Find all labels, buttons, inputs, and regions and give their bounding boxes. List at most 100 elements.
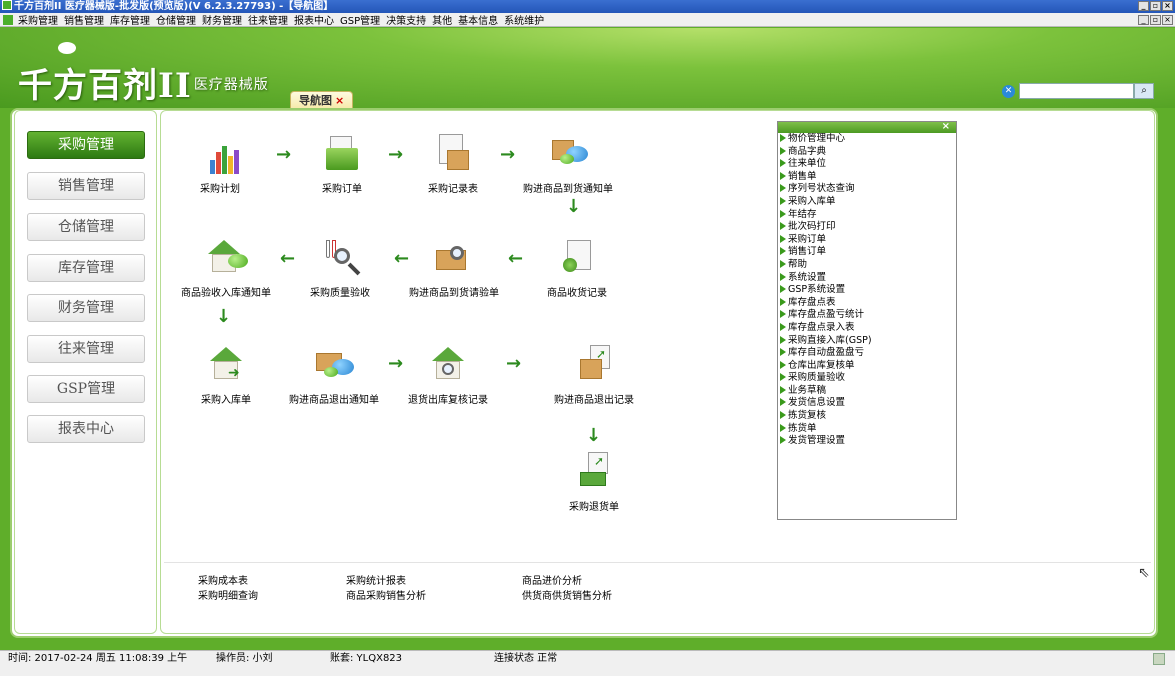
list-item[interactable]: 拣货复核 [780,410,956,423]
triangle-icon [780,184,786,193]
search-area: ✕ ⌕ [1002,83,1154,99]
list-item[interactable]: 年结存 [780,209,956,222]
list-item[interactable]: 系统设置 [780,272,956,285]
link-product-purchase-sales[interactable]: 商品采购销售分析 [346,587,426,602]
nav-reports[interactable]: 报表中心 [27,415,145,443]
triangle-icon [780,234,786,243]
node-arrival-notice[interactable]: 购进商品到货通知单 [518,134,618,195]
mdi-close-button[interactable]: × [1162,15,1173,25]
box-magnifier-icon [432,238,476,278]
tray-icon[interactable] [1153,653,1165,665]
list-item[interactable]: 库存盘点录入表 [780,322,956,335]
node-label: 购进商品到货请验单 [409,288,499,299]
clear-icon[interactable]: ✕ [1002,84,1015,98]
logo-text: 千方百剂 [18,66,158,106]
mdi-minimize-button[interactable]: _ [1138,15,1149,25]
nav-gsp[interactable]: GSP管理 [27,375,145,403]
menu-system[interactable]: 系统维护 [502,12,548,27]
nav-sales[interactable]: 销售管理 [27,172,145,200]
box-chat-icon [546,134,590,174]
list-item[interactable]: 发货信息设置 [780,397,956,410]
node-label: 商品收货记录 [547,288,607,299]
menu-gsp[interactable]: GSP管理 [338,12,384,27]
node-return-order[interactable]: ➚ 采购退货单 [562,452,626,513]
document-coins-icon [555,238,599,278]
maximize-button[interactable]: ▫ [1150,1,1161,11]
list-item[interactable]: 仓库出库复核单 [780,360,956,373]
list-item[interactable]: 商品字典 [780,146,956,159]
nav-purchase[interactable]: 采购管理 [27,131,145,159]
quick-access-header: × [778,121,956,133]
tab-navigation-map[interactable]: 导航图 × [290,91,354,108]
menu-other[interactable]: 其他 [430,12,456,27]
node-purchase-record[interactable]: 采购记录表 [420,134,486,195]
list-item[interactable]: 销售单 [780,171,956,184]
list-item[interactable]: 帮助 [780,259,956,272]
link-purchase-stats[interactable]: 采购统计报表 [346,572,406,587]
node-quality-check[interactable]: 采购质量验收 [305,238,375,299]
menu-reports[interactable]: 报表中心 [292,12,338,27]
list-item[interactable]: 销售订单 [780,246,956,259]
node-inbound-notice[interactable]: 商品验收入库通知单 [168,238,284,299]
node-return-notice[interactable]: 购进商品退出通知单 [284,345,384,406]
menu-sales[interactable]: 销售管理 [62,12,108,27]
node-label: 采购记录表 [428,184,478,195]
menu-warehouse[interactable]: 仓储管理 [154,12,200,27]
link-purchase-price[interactable]: 商品进价分析 [522,572,582,587]
nav-inventory[interactable]: 库存管理 [27,254,145,282]
minimize-button[interactable]: _ [1138,1,1149,11]
triangle-icon [780,196,786,205]
list-item[interactable]: 库存自动盘盈盘亏 [780,347,956,360]
search-icon[interactable]: ⌕ [1134,83,1154,99]
list-item[interactable]: 采购订单 [780,234,956,247]
list-item[interactable]: 采购直接入库(GSP) [780,335,956,348]
app-icon [2,0,12,10]
node-purchase-plan[interactable]: 采购计划 [190,134,250,195]
link-purchase-detail[interactable]: 采购明细查询 [198,587,258,602]
link-supplier-sales[interactable]: 供货商供货销售分析 [522,587,612,602]
menu-finance[interactable]: 财务管理 [200,12,246,27]
list-item[interactable]: 库存盘点表 [780,297,956,310]
triangle-icon [780,146,786,155]
list-item[interactable]: 拣货单 [780,423,956,436]
quick-access-items: 物价管理中心 商品字典 往来单位 销售单 序列号状态查询 采购入库单 年结存 批… [778,133,956,448]
menu-basic-info[interactable]: 基本信息 [456,12,502,27]
tab-close-icon[interactable]: × [335,94,344,107]
triangle-icon [780,348,786,357]
list-item[interactable]: GSP系统设置 [780,284,956,297]
list-item[interactable]: 序列号状态查询 [780,183,956,196]
menu-decision[interactable]: 决策支持 [384,12,430,27]
node-return-record[interactable]: ➚ 购进商品退出记录 [548,345,640,406]
node-stock-in[interactable]: ➜ 采购入库单 [194,345,258,406]
menu-purchase[interactable]: 采购管理 [16,12,62,27]
arrow-right-icon: → [506,353,522,374]
node-inspection-request[interactable]: 购进商品到货请验单 [404,238,504,299]
list-item[interactable]: 物价管理中心 [780,133,956,146]
search-input[interactable] [1019,83,1134,99]
list-item[interactable]: 批次码打印 [780,221,956,234]
list-item[interactable]: 往来单位 [780,158,956,171]
nav-warehouse[interactable]: 仓储管理 [27,213,145,241]
menu-inventory[interactable]: 库存管理 [108,12,154,27]
node-purchase-order[interactable]: 采购订单 [312,134,372,195]
triangle-icon [780,247,786,256]
logo-dot-icon [58,42,76,54]
mdi-maximize-button[interactable]: ▫ [1150,15,1161,25]
node-receipt-record[interactable]: 商品收货记录 [540,238,614,299]
list-item[interactable]: 发货管理设置 [780,435,956,448]
window-title: 千方百剂II 医疗器械版-批发版(预览版)(V 6.2.3.27793) -【导… [14,1,334,12]
nav-partners[interactable]: 往来管理 [27,335,145,363]
close-icon[interactable]: × [942,121,950,132]
list-item[interactable]: 采购入库单 [780,196,956,209]
list-item[interactable]: 业务草稿 [780,385,956,398]
close-button[interactable]: × [1162,1,1173,11]
list-item[interactable]: 库存盘点盈亏统计 [780,309,956,322]
mdi-controls: _ ▫ × [1138,15,1173,25]
menu-partners[interactable]: 往来管理 [246,12,292,27]
app-logo: 千方百剂II 医疗器械版 [18,42,269,107]
list-item[interactable]: 采购质量验收 [780,372,956,385]
link-purchase-cost[interactable]: 采购成本表 [198,572,248,587]
nav-finance[interactable]: 财务管理 [27,294,145,322]
node-return-review[interactable]: 退货出库复核记录 [402,345,494,406]
triangle-icon [780,171,786,180]
